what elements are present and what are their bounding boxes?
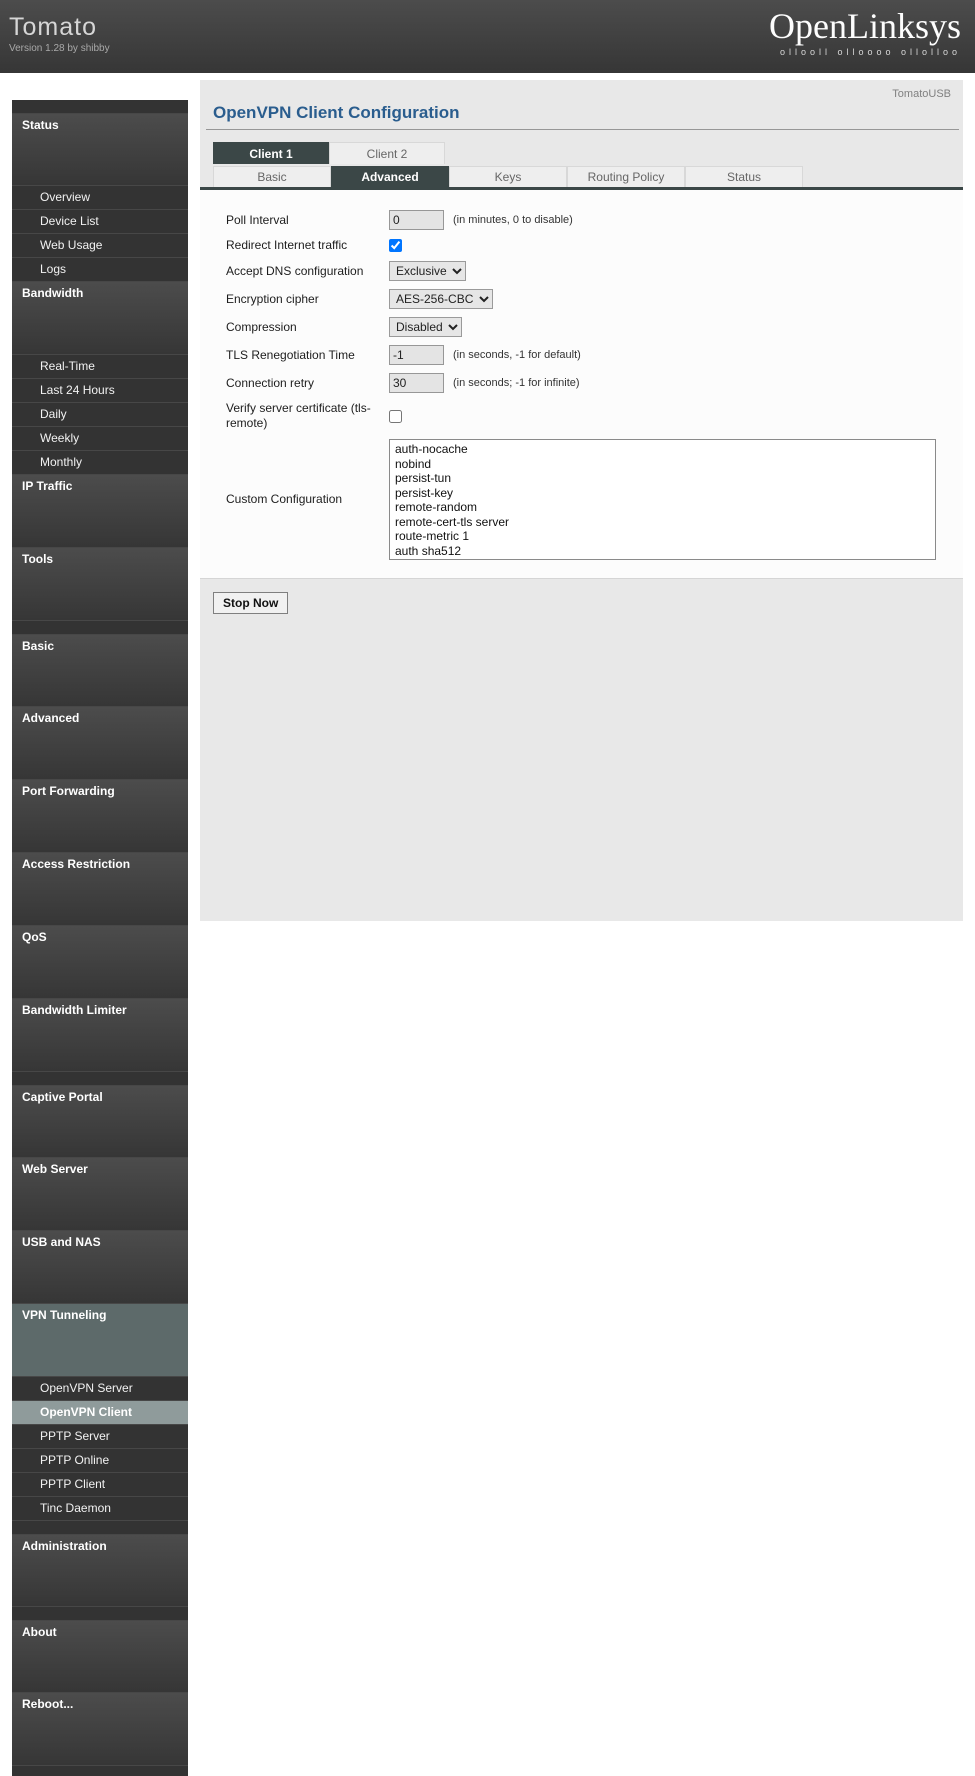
sidebar: Status Overview Device List Web Usage Logs Ba… — [12, 100, 188, 1776]
encryption-cipher-select[interactable]: AES-256-CBC — [389, 289, 493, 309]
redirect-traffic-checkbox[interactable] — [389, 239, 402, 252]
accept-dns-label: Accept DNS configuration — [226, 263, 364, 278]
sidebar-item-pptp-server[interactable]: PPTP Server — [12, 1425, 188, 1449]
app-header: Tomato Version 1.28 by shibby OpenLinksy… — [0, 0, 975, 73]
sidebar-item-ip-traffic[interactable]: IP Traffic — [12, 475, 188, 548]
verify-certificate-checkbox[interactable] — [389, 409, 402, 423]
connection-retry-label: Connection retry — [226, 375, 315, 390]
sidebar-item-captive-portal[interactable]: Captive Portal — [12, 1085, 188, 1158]
sidebar-item-advanced[interactable]: Advanced — [12, 707, 188, 780]
sidebar-item-web-server[interactable]: Web Server — [12, 1158, 188, 1231]
sidebar-item-openvpn-server[interactable]: OpenVPN Server — [12, 1377, 188, 1401]
row-custom-configuration: Custom Configuration — [200, 435, 963, 564]
stop-now-button[interactable]: Stop Now — [213, 592, 289, 614]
row-poll-interval: Poll Interval (in minutes, 0 to disable) — [200, 206, 963, 234]
logo: OpenLinksys ollooll olloooo ollolloo — [769, 6, 961, 57]
page-title: OpenVPN Client Configuration — [213, 103, 460, 122]
tab-routing-policy[interactable]: Routing Policy — [567, 166, 685, 187]
sidebar-item-administration[interactable]: Administration — [12, 1534, 188, 1607]
sidebar-item-last-24-hours[interactable]: Last 24 Hours — [12, 379, 188, 403]
accept-dns-select[interactable]: Exclusive — [389, 261, 466, 281]
compression-select[interactable]: Disabled — [389, 317, 462, 337]
custom-configuration-label: Custom Configuration — [226, 492, 343, 506]
tab-basic[interactable]: Basic — [213, 166, 331, 187]
logo-name: OpenLinksys — [769, 6, 961, 46]
poll-interval-note: (in minutes, 0 to disable) — [453, 214, 573, 226]
sidebar-item-bandwidth-limiter[interactable]: Bandwidth Limiter — [12, 999, 188, 1072]
sidebar-item-basic[interactable]: Basic — [12, 634, 188, 707]
content-area: TomatoUSB OpenVPN Client Configuration C… — [200, 80, 963, 921]
logo-binary-decoration: ollooll olloooo ollolloo — [779, 47, 961, 57]
section-tabs: Basic Advanced Keys Routing Policy Statu… — [200, 166, 963, 190]
verify-certificate-label: Verify server certificate (tls-remote) — [226, 401, 371, 430]
row-connection-retry: Connection retry (in seconds; -1 for inf… — [200, 369, 963, 397]
sidebar-item-openvpn-client[interactable]: OpenVPN Client — [12, 1401, 188, 1425]
poll-interval-input[interactable] — [389, 210, 444, 230]
form-actions: Stop Now — [200, 579, 963, 614]
connection-retry-note: (in seconds; -1 for infinite) — [453, 377, 580, 389]
tab-advanced[interactable]: Advanced — [331, 166, 449, 187]
connection-retry-input[interactable] — [389, 373, 444, 393]
sidebar-item-qos[interactable]: QoS — [12, 926, 188, 999]
sidebar-item-tinc-daemon[interactable]: Tinc Daemon — [12, 1497, 188, 1521]
brand-name: Tomato — [9, 13, 97, 41]
sidebar-item-status[interactable]: Status — [12, 113, 188, 186]
row-accept-dns: Accept DNS configuration Exclusive — [200, 257, 963, 285]
tls-renegotiation-label: TLS Renegotiation Time — [226, 347, 355, 362]
sidebar-item-port-forwarding[interactable]: Port Forwarding — [12, 780, 188, 853]
sidebar-item-about[interactable]: About — [12, 1620, 188, 1693]
sidebar-item-monthly[interactable]: Monthly — [12, 451, 188, 475]
sidebar-item-overview[interactable]: Overview — [12, 186, 188, 210]
sidebar-item-weekly[interactable]: Weekly — [12, 427, 188, 451]
sidebar-item-device-list[interactable]: Device List — [12, 210, 188, 234]
sidebar-item-real-time[interactable]: Real-Time — [12, 355, 188, 379]
advanced-settings-form: Poll Interval (in minutes, 0 to disable)… — [200, 190, 963, 579]
sidebar-item-pptp-client[interactable]: PPTP Client — [12, 1473, 188, 1497]
compression-label: Compression — [226, 319, 297, 334]
sidebar-item-logs[interactable]: Logs — [12, 258, 188, 282]
sidebar-item-reboot[interactable]: Reboot... — [12, 1693, 188, 1766]
row-encryption-cipher: Encryption cipher AES-256-CBC — [200, 285, 963, 313]
sidebar-item-usb-and-nas[interactable]: USB and NAS — [12, 1231, 188, 1304]
tls-renegotiation-note: (in seconds, -1 for default) — [453, 349, 581, 361]
brand-version: Version 1.28 by shibby — [9, 43, 110, 54]
router-name-watermark: TomatoUSB — [892, 88, 951, 100]
tab-client-2[interactable]: Client 2 — [329, 142, 445, 164]
sidebar-item-access-restriction[interactable]: Access Restriction — [12, 853, 188, 926]
sidebar-item-bandwidth[interactable]: Bandwidth — [12, 282, 188, 355]
sidebar-item-tools[interactable]: Tools — [12, 548, 188, 621]
row-tls-renegotiation: TLS Renegotiation Time (in seconds, -1 f… — [200, 341, 963, 369]
brand: Tomato Version 1.28 by shibby — [9, 14, 110, 54]
sidebar-item-web-usage[interactable]: Web Usage — [12, 234, 188, 258]
custom-configuration-textarea[interactable] — [389, 439, 936, 560]
sidebar-item-vpn-tunneling[interactable]: VPN Tunneling — [12, 1304, 188, 1377]
sidebar-item-pptp-online[interactable]: PPTP Online — [12, 1449, 188, 1473]
tls-renegotiation-input[interactable] — [389, 345, 444, 365]
row-compression: Compression Disabled — [200, 313, 963, 341]
title-divider — [206, 129, 959, 130]
encryption-cipher-label: Encryption cipher — [226, 291, 319, 306]
tab-keys[interactable]: Keys — [449, 166, 567, 187]
poll-interval-label: Poll Interval — [226, 212, 289, 227]
main-layout: Status Overview Device List Web Usage Logs Ba… — [0, 73, 975, 1776]
tab-client-1[interactable]: Client 1 — [213, 142, 329, 164]
row-redirect-traffic: Redirect Internet traffic — [200, 234, 963, 257]
redirect-traffic-label: Redirect Internet traffic — [226, 238, 348, 252]
sidebar-item-daily[interactable]: Daily — [12, 403, 188, 427]
tab-status[interactable]: Status — [685, 166, 803, 187]
client-tabs: Client 1 Client 2 — [200, 142, 963, 164]
row-verify-certificate: Verify server certificate (tls-remote) — [200, 397, 963, 435]
